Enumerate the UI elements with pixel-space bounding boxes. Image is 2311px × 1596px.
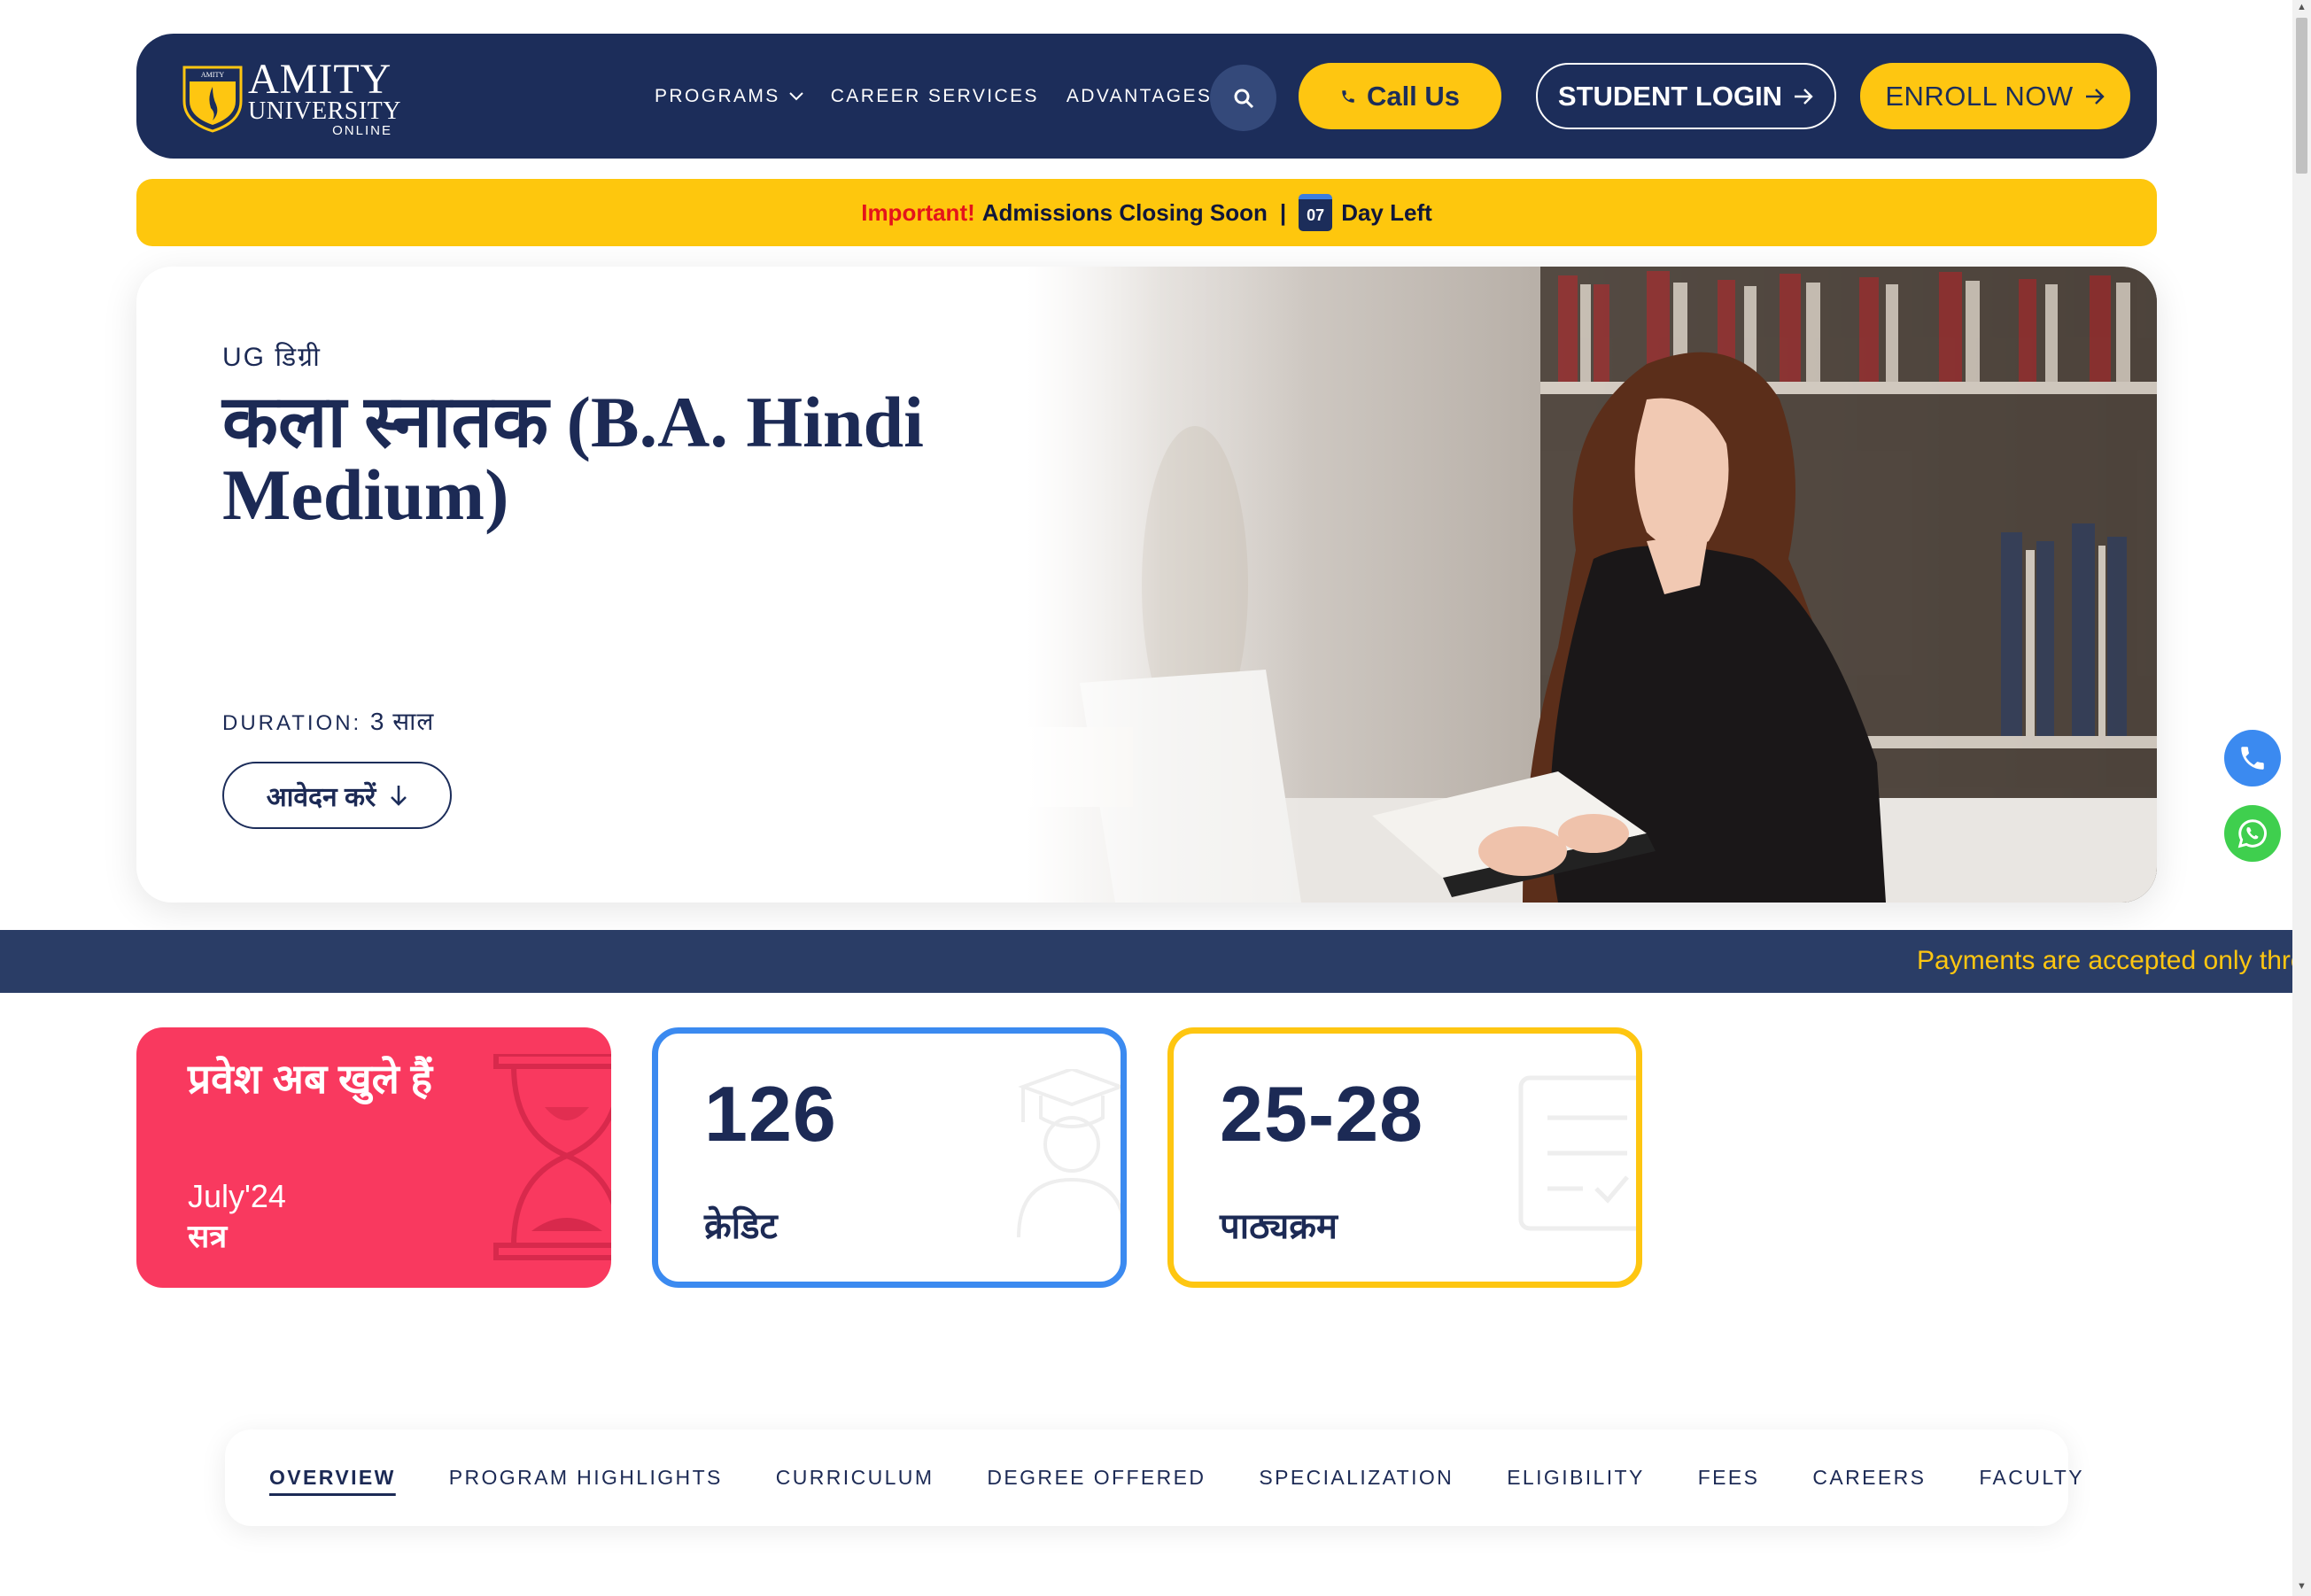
- session-value: July'24: [188, 1178, 286, 1214]
- checklist-icon: [1518, 1075, 1636, 1231]
- page-title: कला स्नातक (B.A. Hindi Medium): [222, 382, 924, 535]
- hero-eyebrow: UG डिग्री: [222, 343, 322, 372]
- page-scrollbar[interactable]: ▲ ▼: [2292, 0, 2311, 1596]
- courses-card: 25-28 पाठ्यक्रम: [1167, 1027, 1642, 1288]
- scrollbar-thumb[interactable]: [2296, 18, 2307, 174]
- tab-degree-offered[interactable]: DEGREE OFFERED: [987, 1466, 1206, 1490]
- enroll-now-button[interactable]: ENROLL NOW: [1860, 63, 2130, 129]
- courses-label: पाठ्यक्रम: [1220, 1207, 1338, 1246]
- nav-career-services-label: CAREER SERVICES: [830, 85, 1039, 106]
- notice-message: Admissions Closing Soon: [981, 198, 1268, 226]
- floating-call-button[interactable]: [2224, 730, 2281, 786]
- student-login-button[interactable]: STUDENT LOGIN: [1536, 63, 1836, 129]
- search-icon: [1234, 89, 1253, 108]
- nav-advantages-label: ADVANTAGES: [1066, 85, 1213, 106]
- search-button[interactable]: [1210, 65, 1276, 131]
- phone-icon: [1342, 89, 1354, 103]
- shield-logo-icon: AMITY: [182, 66, 243, 133]
- call-us-label: Call Us: [1366, 80, 1461, 112]
- credits-value: 126: [704, 1070, 837, 1158]
- admission-notice-bar: Important! Admissions Closing Soon | 07 …: [136, 179, 2157, 246]
- svg-text:AMITY: AMITY: [201, 71, 224, 79]
- tab-overview[interactable]: OVERVIEW: [269, 1466, 396, 1490]
- tab-careers[interactable]: CAREERS: [1812, 1466, 1926, 1490]
- calendar-days-badge: 07: [1299, 194, 1333, 231]
- whatsapp-icon: [2237, 819, 2267, 848]
- scroll-down-arrow-icon[interactable]: ▼: [2297, 1581, 2307, 1592]
- phone-icon: [2241, 747, 2264, 770]
- marquee-text: Payments are accepted only thro: [1917, 946, 2292, 975]
- session-label: सत्र: [188, 1218, 228, 1254]
- arrow-right-icon: [2085, 88, 2105, 105]
- credits-label: क्रेडिट: [704, 1207, 778, 1246]
- chevron-down-icon: [789, 91, 803, 100]
- payment-marquee: Payments are accepted only thro: [0, 930, 2292, 993]
- admissions-heading: प्रवेश अब खुले हैं: [188, 1056, 433, 1102]
- notice-separator: |: [1279, 198, 1287, 226]
- duration-value: 3 साल: [369, 708, 435, 735]
- tab-faculty[interactable]: FACULTY: [1979, 1466, 2084, 1490]
- site-header: AMITY AMITY UNIVERSITY ONLINE PROGRAMS C…: [136, 34, 2157, 159]
- graduate-icon: [1017, 1069, 1121, 1237]
- floating-whatsapp-button[interactable]: [2224, 805, 2281, 862]
- duration-label: DURATION:: [222, 711, 362, 735]
- credits-card: 126 क्रेडिट: [652, 1027, 1127, 1288]
- tab-curriculum[interactable]: CURRICULUM: [776, 1466, 934, 1490]
- logo-wordmark: AMITY UNIVERSITY ONLINE: [248, 56, 401, 138]
- logo-online: ONLINE: [332, 123, 392, 138]
- admissions-open-card: प्रवेश अब खुले हैं July'24 सत्र: [136, 1027, 611, 1288]
- scroll-up-arrow-icon[interactable]: ▲: [2297, 2, 2307, 12]
- nav-advantages[interactable]: ADVANTAGES: [1066, 86, 1212, 107]
- tab-program-highlights[interactable]: PROGRAM HIGHLIGHTS: [449, 1466, 723, 1490]
- main-nav: PROGRAMS CAREER SERVICES ADVANTAGES: [655, 34, 1239, 159]
- arrow-right-icon: [1795, 88, 1813, 105]
- apply-button[interactable]: आवेदन करें: [222, 762, 452, 829]
- tab-specialization[interactable]: SPECIALIZATION: [1259, 1466, 1454, 1490]
- student-login-label: STUDENT LOGIN: [1557, 80, 1783, 112]
- notice-important: Important!: [861, 198, 975, 226]
- tab-eligibility[interactable]: ELIGIBILITY: [1507, 1466, 1645, 1490]
- enroll-now-label: ENROLL NOW: [1885, 80, 2074, 112]
- hourglass-icon: [493, 1054, 611, 1260]
- nav-programs-label: PROGRAMS: [655, 85, 780, 106]
- arrow-down-icon: [391, 786, 407, 806]
- nav-career-services[interactable]: CAREER SERVICES: [831, 86, 1039, 107]
- apply-label: आवेदन करें: [266, 782, 376, 812]
- logo-university: UNIVERSITY: [248, 97, 401, 125]
- tab-fees[interactable]: FEES: [1698, 1466, 1760, 1490]
- program-tabs: OVERVIEW PROGRAM HIGHLIGHTS CURRICULUM D…: [225, 1429, 2082, 1526]
- nav-programs[interactable]: PROGRAMS: [655, 86, 803, 107]
- page: AMITY AMITY UNIVERSITY ONLINE PROGRAMS C…: [0, 0, 2311, 1596]
- call-us-button[interactable]: Call Us: [1299, 63, 1501, 129]
- notice-days-suffix: Day Left: [1341, 198, 1432, 226]
- hero-student-photo: [1027, 267, 2157, 903]
- amity-logo[interactable]: AMITY AMITY UNIVERSITY ONLINE: [181, 56, 402, 138]
- program-duration: DURATION: 3 साल: [222, 704, 434, 738]
- hero-card: UG डिग्री कला स्नातक (B.A. Hindi Medium)…: [136, 267, 2157, 903]
- logo-amity: AMITY: [248, 56, 392, 103]
- courses-value: 25-28: [1220, 1070, 1424, 1158]
